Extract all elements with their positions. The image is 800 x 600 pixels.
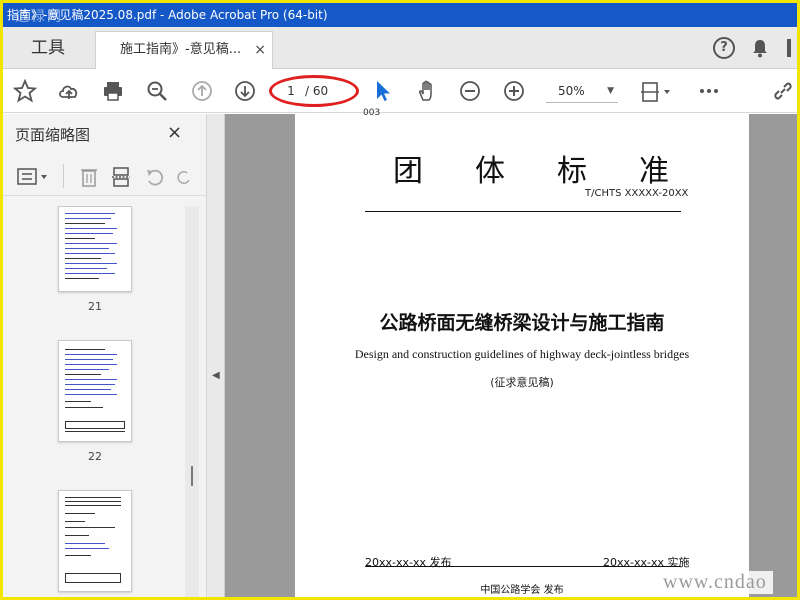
zoom-level-value: 50% bbox=[558, 84, 585, 98]
standard-heading: 团体标准 bbox=[393, 154, 721, 189]
print-button[interactable] bbox=[99, 77, 127, 105]
tab-document[interactable]: 施工指南》-意见稿... × bbox=[95, 31, 273, 69]
site-watermark: www.cndao bbox=[657, 571, 773, 594]
bookmark-star-button[interactable] bbox=[11, 77, 39, 105]
tab-bar: 工具 施工指南》-意见稿... × ? bbox=[3, 27, 797, 69]
zoom-out-button[interactable] bbox=[456, 77, 484, 105]
zoom-level-select[interactable]: 50% ▼ bbox=[546, 79, 618, 103]
acrobat-window: 指南》-意见稿2025.08.pdf - Adobe Acrobat Pro (… bbox=[0, 0, 800, 600]
title-watermark: 道禄网 bbox=[15, 9, 63, 25]
title-bar: 指南》-意见稿2025.08.pdf - Adobe Acrobat Pro (… bbox=[3, 3, 797, 27]
page-total: / 60 bbox=[305, 84, 329, 98]
footer-rule bbox=[365, 566, 681, 567]
page-display-button[interactable] bbox=[637, 77, 675, 105]
hand-icon bbox=[419, 80, 432, 101]
thumbnail-page-22[interactable] bbox=[58, 340, 132, 442]
link-icon bbox=[774, 82, 792, 100]
document-title-en: Design and construction guidelines of hi… bbox=[354, 347, 690, 361]
thumbnail-label-21: 21 bbox=[88, 300, 102, 313]
previous-page-button[interactable] bbox=[188, 77, 216, 105]
zoom-search-button[interactable] bbox=[143, 77, 171, 105]
help-icon[interactable]: ? bbox=[713, 37, 735, 59]
more-vertical-icon[interactable] bbox=[785, 37, 793, 59]
tab-tools[interactable]: 工具 bbox=[3, 27, 93, 69]
thumbnail-page-23[interactable] bbox=[58, 490, 132, 592]
draft-note: (征求意见稿) bbox=[490, 376, 554, 389]
zoom-in-button[interactable] bbox=[500, 77, 528, 105]
thumbnail-list: 21 22 bbox=[3, 206, 185, 597]
thumbnail-page-21[interactable] bbox=[58, 206, 132, 292]
toolbar-divider bbox=[63, 164, 64, 188]
tab-document-label: 施工指南》-意见稿... bbox=[120, 42, 242, 57]
cloud-upload-icon bbox=[59, 85, 78, 99]
document-title-cn: 公路桥面无缝桥梁设计与施工指南 bbox=[379, 312, 665, 334]
main-toolbar: 1 / 60 50% ▼ bbox=[3, 69, 797, 113]
publish-date: 20xx-xx-xx 发布 bbox=[365, 556, 452, 569]
bell-icon[interactable] bbox=[749, 37, 771, 59]
options-menu-icon bbox=[17, 168, 47, 185]
rotate-right-button[interactable] bbox=[175, 166, 193, 188]
star-icon bbox=[13, 79, 37, 103]
page-top-fragment: 003 bbox=[363, 108, 381, 118]
arrow-up-circle-icon bbox=[192, 81, 212, 101]
next-page-button[interactable] bbox=[231, 77, 259, 105]
printer-icon bbox=[104, 82, 122, 101]
arrow-down-circle-icon bbox=[235, 81, 255, 101]
rotate-left-icon bbox=[147, 169, 164, 186]
more-horizontal-icon bbox=[700, 89, 718, 93]
close-panel-icon[interactable]: × bbox=[167, 122, 182, 143]
panel-title: 页面缩略图 bbox=[15, 126, 91, 144]
panel-toolbar bbox=[3, 158, 207, 196]
panel-collapse-strip[interactable]: ◀ bbox=[207, 114, 225, 597]
select-tool-button[interactable] bbox=[369, 77, 397, 105]
thumbnail-options-button[interactable] bbox=[17, 166, 51, 188]
chevron-down-icon: ▼ bbox=[607, 86, 614, 96]
share-link-button[interactable] bbox=[769, 77, 797, 105]
cursor-arrow-icon bbox=[377, 81, 390, 101]
fit-page-icon bbox=[641, 82, 670, 102]
rotate-left-button[interactable] bbox=[143, 166, 167, 188]
hand-tool-button[interactable] bbox=[413, 77, 441, 105]
delete-page-button[interactable] bbox=[77, 166, 101, 188]
standard-code: T/CHTS XXXXX-20XX bbox=[585, 188, 689, 199]
minus-circle-icon bbox=[460, 81, 480, 101]
upload-cloud-button[interactable] bbox=[55, 77, 83, 105]
tabbar-right-tools: ? bbox=[713, 35, 793, 61]
thumbnail-label-22: 22 bbox=[88, 450, 102, 463]
insert-page-icon bbox=[112, 167, 130, 187]
pdf-page: 003 团体标准 T/CHTS XXXXX-20XX 公路桥面无缝桥梁设计与施工… bbox=[295, 108, 749, 597]
rotate-right-icon bbox=[177, 171, 190, 184]
document-scroll-gutter[interactable] bbox=[769, 114, 797, 597]
thumbnails-panel: 页面缩略图 × 21 22 bbox=[3, 114, 207, 597]
insert-page-button[interactable] bbox=[109, 166, 133, 188]
effective-date: 20xx-xx-xx 实施 bbox=[603, 556, 690, 569]
search-minus-icon bbox=[147, 81, 167, 101]
close-tab-icon[interactable]: × bbox=[254, 32, 266, 68]
panel-resize-grip[interactable] bbox=[191, 466, 193, 486]
document-view: ◀ 003 团体标准 T/CHTS XXXXX-20XX 公路桥面无缝桥梁设计与… bbox=[207, 108, 797, 597]
trash-icon bbox=[81, 169, 97, 187]
chevron-left-icon[interactable]: ◀ bbox=[212, 370, 220, 381]
thumbnail-scrollbar[interactable] bbox=[185, 206, 199, 597]
more-tools-button[interactable] bbox=[695, 77, 723, 105]
heading-rule bbox=[365, 211, 681, 212]
page-number-input[interactable]: 1 bbox=[281, 80, 301, 102]
plus-circle-icon bbox=[504, 81, 524, 101]
